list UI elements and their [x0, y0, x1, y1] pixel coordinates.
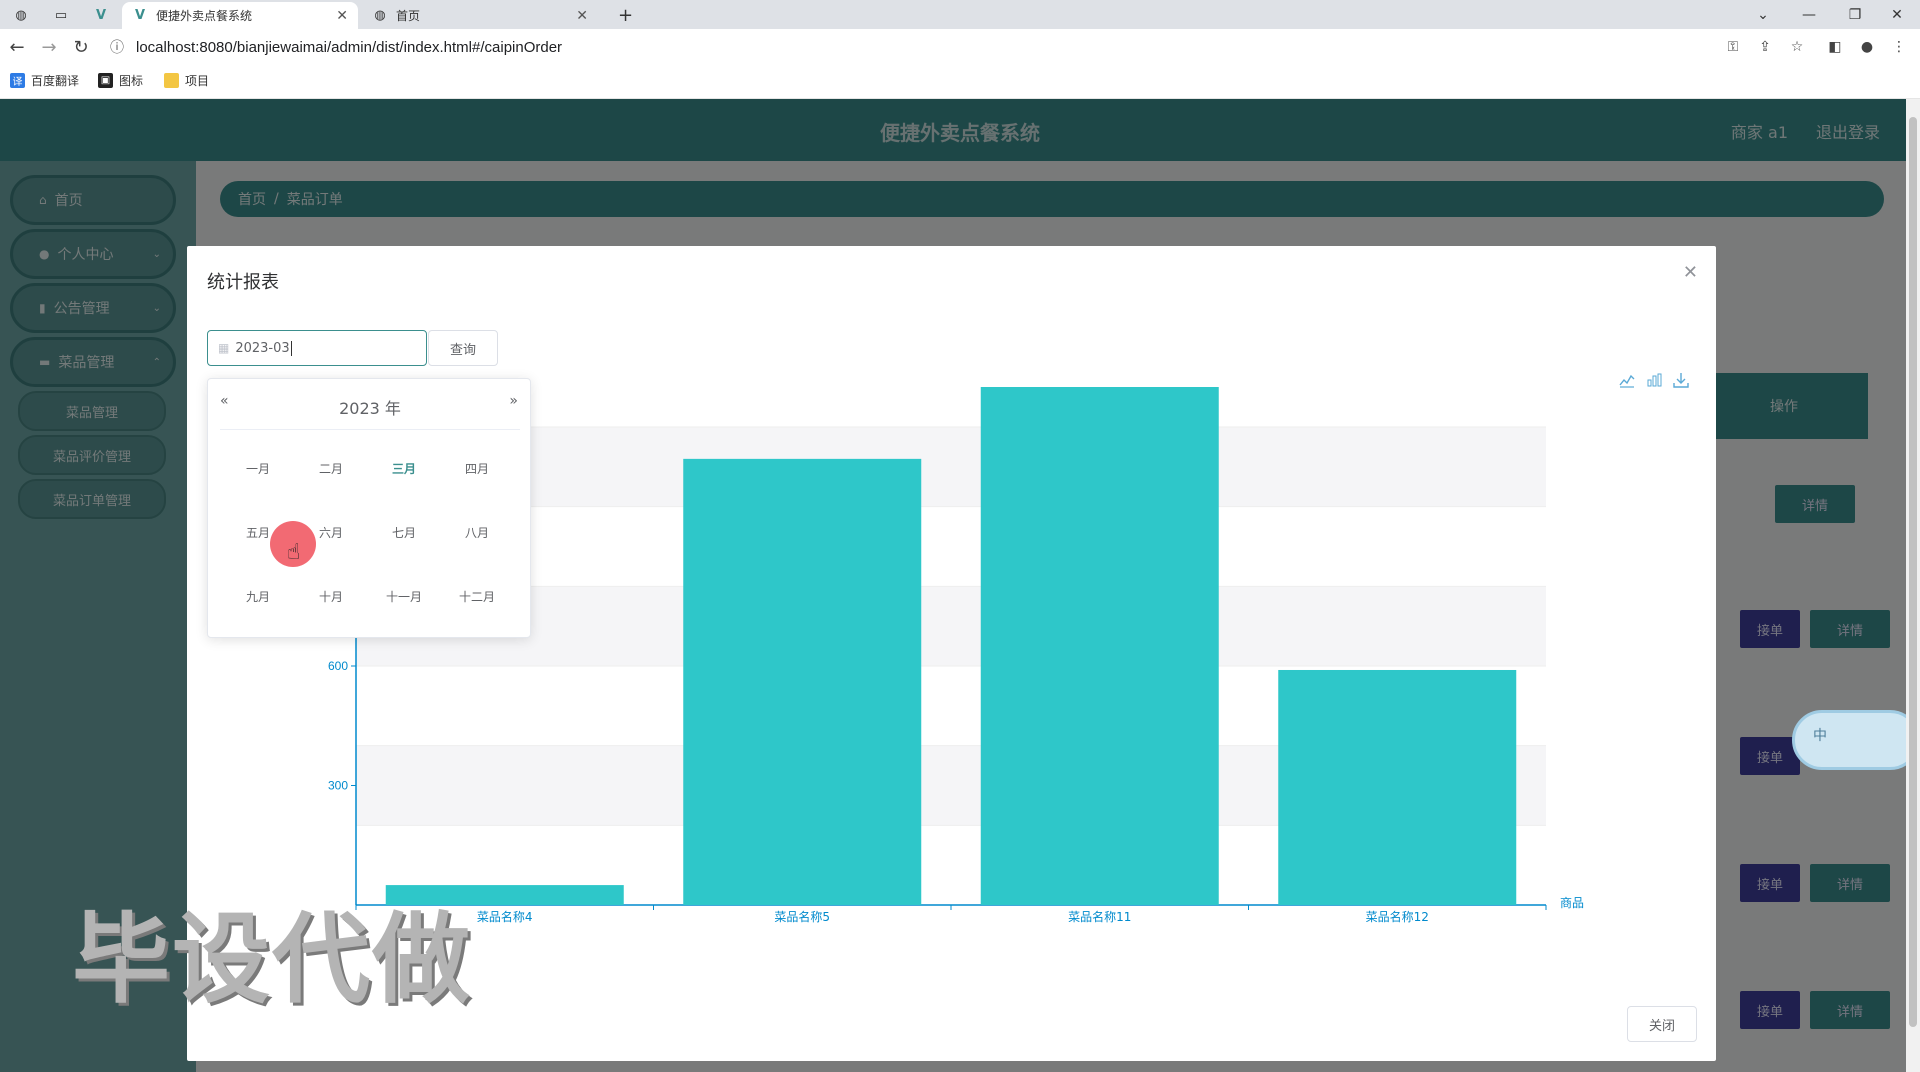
password-key-icon[interactable]: ⚿ [1723, 37, 1743, 57]
bar [980, 387, 1219, 905]
minimize-icon[interactable]: — [1786, 0, 1832, 29]
browser-tab-strip: ◍ ▭ V V 便捷外卖点餐系统 ✕ ◍ 首页 ✕ + ⌄ — ❐ ✕ [0, 0, 1920, 29]
globe-icon: ◍ [374, 8, 386, 23]
ime-mode-label: 中 [1813, 728, 1827, 744]
y-tick-label: 300 [328, 779, 348, 793]
divider [220, 429, 520, 430]
x-tick-label: 菜品名称5 [774, 909, 830, 924]
pinned-tab-globe-icon[interactable]: ◍ [6, 3, 36, 27]
month-option[interactable]: 八月 [447, 520, 507, 544]
pinned-tab-blank-icon[interactable]: ▭ [46, 3, 76, 27]
image-icon: ▣ [98, 73, 113, 88]
x-tick-label: 菜品名称12 [1366, 909, 1429, 924]
bookmark-folder-projects[interactable]: 项目 [164, 72, 209, 89]
share-icon[interactable]: ⇪ [1755, 37, 1775, 57]
close-tab-icon[interactable]: ✕ [336, 8, 348, 24]
month-option[interactable]: 二月 [301, 456, 361, 480]
tab-search-icon[interactable]: ⌄ [1740, 0, 1786, 29]
bookmark-baidu-translate[interactable]: 译 百度翻译 [10, 72, 79, 89]
url-text: localhost:8080/bianjiewaimai/admin/dist/… [136, 38, 563, 56]
bookmark-icons[interactable]: ▣ 图标 [98, 72, 143, 89]
bar [1278, 669, 1517, 905]
bookmark-star-icon[interactable]: ☆ [1787, 37, 1807, 57]
month-option[interactable]: 三月 [374, 456, 434, 480]
back-icon[interactable]: ← [6, 36, 28, 58]
browser-tab[interactable]: ◍ 首页 ✕ [362, 2, 598, 29]
y-tick-label: 600 [328, 659, 348, 673]
month-option[interactable]: 十二月 [447, 584, 507, 608]
translate-icon: 译 [10, 73, 25, 88]
browser-menu-icon[interactable]: ⋮ [1889, 37, 1909, 57]
side-panel-icon[interactable]: ◧ [1825, 37, 1845, 57]
tab-title: 首页 [396, 9, 421, 23]
grid-band [356, 427, 1546, 507]
month-option[interactable]: 七月 [374, 520, 434, 544]
profile-icon[interactable]: ● [1857, 37, 1877, 57]
month-picker-popup: « 2023 年 » 一月 二月 三月 四月 五月 六月 七月 八月 九月 十月 十一月 十二月 [207, 378, 531, 638]
close-window-icon[interactable]: ✕ [1874, 0, 1920, 29]
bookmark-label: 百度翻译 [31, 74, 80, 88]
month-option[interactable]: 一月 [228, 456, 288, 480]
x-axis-label: 商品 [1560, 895, 1584, 910]
url-field[interactable]: ⓘ localhost:8080/bianjiewaimai/admin/dis… [110, 36, 562, 58]
site-info-icon[interactable]: ⓘ [110, 37, 124, 57]
picker-year-label: 2023 年 [339, 399, 401, 418]
close-tab-icon[interactable]: ✕ [576, 8, 588, 24]
address-bar-row: ← → ↻ ⓘ localhost:8080/bianjiewaimai/adm… [0, 29, 1920, 65]
ime-floating-widget[interactable]: 中 [1792, 710, 1920, 770]
hand-cursor-icon: ☝ [287, 540, 301, 565]
bookmark-label: 项目 [185, 74, 210, 88]
x-tick-label: 菜品名称4 [477, 909, 533, 924]
vue-logo-icon: V [134, 8, 146, 23]
watermark-text: 毕设代做 [72, 903, 473, 1017]
forward-icon[interactable]: → [38, 36, 60, 58]
tab-title: 便捷外卖点餐系统 [156, 9, 253, 23]
pinned-tab-vue-icon[interactable]: V [86, 3, 116, 27]
month-option[interactable]: 四月 [447, 456, 507, 480]
month-option[interactable]: 九月 [228, 584, 288, 608]
page-scrollbar[interactable] [1906, 99, 1920, 1072]
x-tick-label: 菜品名称11 [1068, 909, 1131, 924]
grid-band [356, 586, 1546, 666]
month-option[interactable]: 十一月 [374, 584, 434, 608]
folder-icon [164, 73, 179, 88]
browser-tab-active[interactable]: V 便捷外卖点餐系统 ✕ [122, 2, 358, 29]
new-tab-button[interactable]: + [608, 2, 644, 29]
next-year-icon[interactable]: » [509, 393, 518, 409]
scrollbar-thumb[interactable] [1909, 117, 1917, 1027]
restore-icon[interactable]: ❐ [1832, 0, 1878, 29]
bar [683, 458, 922, 905]
reload-icon[interactable]: ↻ [70, 36, 92, 58]
month-option[interactable]: 十月 [301, 584, 361, 608]
bookmark-label: 图标 [119, 74, 144, 88]
close-button[interactable]: 关闭 [1627, 1006, 1697, 1042]
bookmarks-bar: 译 百度翻译 ▣ 图标 项目 [0, 65, 1920, 99]
